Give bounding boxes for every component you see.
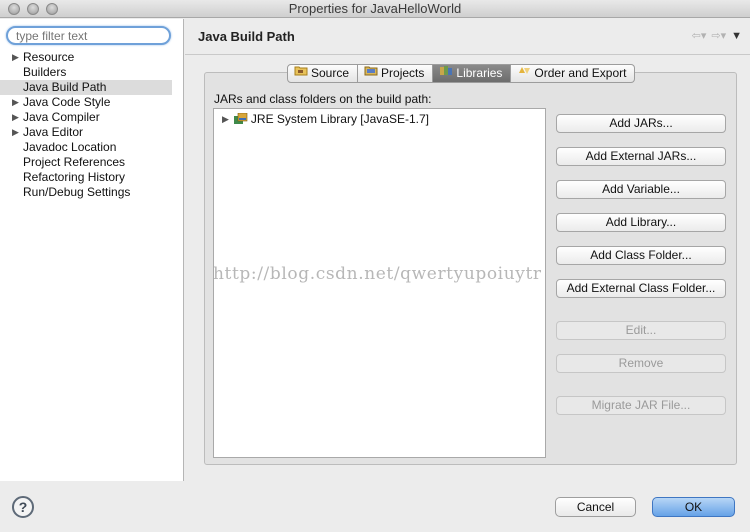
properties-nav-pane: ▶ Resource Builders Java Build Path ▶ Ja… — [0, 19, 184, 481]
cancel-button[interactable]: Cancel — [555, 497, 636, 517]
tree-item-label: Java Editor — [23, 125, 84, 139]
edit-button[interactable]: Edit... — [556, 321, 726, 340]
list-item-label: JRE System Library [JavaSE-1.7] — [250, 112, 429, 126]
libraries-icon — [439, 65, 453, 82]
properties-tree: ▶ Resource Builders Java Build Path ▶ Ja… — [0, 50, 184, 200]
add-external-class-folder-button[interactable]: Add External Class Folder... — [556, 279, 726, 298]
source-folder-icon — [294, 65, 308, 82]
filter-field-wrapper — [6, 26, 171, 45]
tree-item-label: Refactoring History — [23, 170, 126, 184]
tab-source[interactable]: Source — [287, 64, 359, 83]
title-bar: Properties for JavaHelloWorld — [0, 0, 750, 18]
build-path-label: JARs and class folders on the build path… — [214, 92, 432, 106]
build-path-list[interactable]: ▶ JRE System Library [JavaSE-1.7] — [213, 108, 546, 458]
add-library-button[interactable]: Add Library... — [556, 213, 726, 232]
expand-arrow-icon[interactable]: ▶ — [12, 95, 19, 110]
list-item[interactable]: ▶ JRE System Library [JavaSE-1.7] — [222, 112, 429, 126]
tree-item-label: Resource — [23, 50, 75, 64]
back-arrow-icon[interactable]: ⇦▾ — [692, 29, 707, 42]
tree-item-label: Project References — [23, 155, 126, 169]
add-jars-button[interactable]: Add JARs... — [556, 114, 726, 133]
tree-item-project-references[interactable]: Project References — [0, 155, 184, 170]
forward-arrow-icon[interactable]: ⇨▾ — [711, 29, 726, 42]
history-nav: ⇦▾ ⇨▾ ▼ — [692, 29, 742, 43]
ok-button[interactable]: OK — [652, 497, 735, 517]
tree-item-label: Java Compiler — [23, 110, 100, 124]
view-menu-icon[interactable]: ▼ — [731, 30, 742, 42]
expand-arrow-icon[interactable]: ▶ — [12, 110, 19, 125]
tree-item-java-editor[interactable]: ▶ Java Editor — [0, 125, 184, 140]
tab-bar: Source Projects Libraries Order and Expo… — [287, 64, 636, 83]
tab-label: Source — [311, 66, 350, 80]
add-external-jars-button[interactable]: Add External JARs... — [556, 147, 726, 166]
expand-arrow-icon[interactable]: ▶ — [222, 114, 229, 125]
tab-label: Projects — [381, 66, 425, 80]
tab-order-export[interactable]: Order and Export — [511, 64, 636, 83]
add-class-folder-button[interactable]: Add Class Folder... — [556, 246, 726, 265]
tree-item-refactoring-history[interactable]: Refactoring History — [0, 170, 184, 185]
tree-item-builders[interactable]: Builders — [0, 65, 184, 80]
migrate-jar-button[interactable]: Migrate JAR File... — [556, 396, 726, 415]
order-export-icon — [517, 65, 531, 82]
projects-icon — [364, 65, 378, 82]
expand-arrow-icon[interactable]: ▶ — [12, 125, 19, 140]
help-icon[interactable]: ? — [12, 496, 34, 518]
remove-button[interactable]: Remove — [556, 354, 726, 373]
tree-item-label: Run/Debug Settings — [23, 185, 131, 199]
tree-item-run-debug-settings[interactable]: Run/Debug Settings — [0, 185, 184, 200]
tab-libraries[interactable]: Libraries — [433, 64, 512, 83]
tree-item-java-code-style[interactable]: ▶ Java Code Style — [0, 95, 184, 110]
tab-projects[interactable]: Projects — [358, 64, 434, 83]
window-title: Properties for JavaHelloWorld — [288, 1, 462, 16]
expand-arrow-icon[interactable]: ▶ — [12, 50, 19, 65]
tab-label: Libraries — [456, 66, 503, 80]
tree-item-java-compiler[interactable]: ▶ Java Compiler — [0, 110, 184, 125]
library-jar-icon — [233, 112, 248, 125]
tree-item-resource[interactable]: ▶ Resource — [0, 50, 184, 65]
tree-item-label: Javadoc Location — [23, 140, 117, 154]
tree-item-label: Builders — [23, 65, 67, 79]
page-header: Java Build Path ⇦▾ ⇨▾ ▼ — [185, 19, 750, 55]
add-variable-button[interactable]: Add Variable... — [556, 180, 726, 199]
tree-item-java-build-path[interactable]: Java Build Path — [0, 80, 172, 95]
page-title: Java Build Path — [198, 29, 295, 44]
filter-input[interactable] — [16, 28, 166, 43]
tree-item-label: Java Build Path — [23, 80, 107, 94]
tab-label: Order and Export — [534, 66, 627, 80]
tree-item-javadoc-location[interactable]: Javadoc Location — [0, 140, 184, 155]
tree-item-label: Java Code Style — [23, 95, 111, 109]
